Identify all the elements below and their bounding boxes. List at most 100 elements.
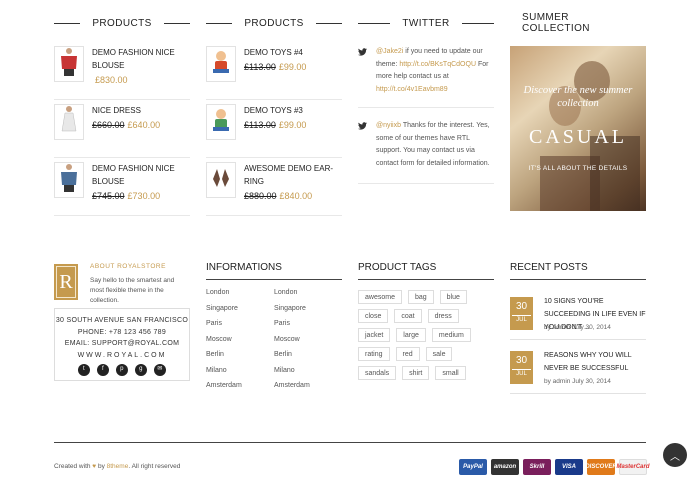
information-link[interactable]: Amsterdam (206, 382, 242, 398)
information-link[interactable]: Singapore (206, 305, 242, 321)
information-link[interactable]: Milano (206, 367, 242, 383)
product-name[interactable]: DEMO FASHION NICE BLOUSE (92, 162, 190, 188)
product-name[interactable]: DEMO FASHION NICE BLOUSE (92, 46, 190, 72)
about-title: ABOUT ROYALSTORE (90, 263, 166, 270)
tag-rating[interactable]: rating (358, 347, 390, 361)
tag-sale[interactable]: sale (425, 347, 453, 361)
information-link[interactable]: London (274, 289, 310, 305)
products-column-2: PRODUCTS DEMO TOYS #4 £113.00 £99.00 DEMO T… (206, 0, 342, 216)
summer-heading: SUMMER COLLECTION (510, 0, 646, 46)
tag-red[interactable]: red (395, 347, 420, 361)
sale-price: £830.00 (95, 75, 128, 85)
recent-post[interactable]: 30 JUL REASONS WHY YOU WILL NEVER BE SUCC… (510, 347, 646, 394)
banner-title: CASUAL (528, 126, 627, 148)
tag-sandals[interactable]: sandals (358, 366, 397, 380)
pinterest-icon[interactable]: p (116, 364, 128, 376)
summer-collection-banner[interactable]: Discover the new summer collection CASUA… (510, 46, 646, 211)
tweet-link[interactable]: http://t.co/4v1Eavbm89 (376, 86, 448, 93)
royalstore-logo[interactable]: R (54, 264, 78, 300)
tag-close[interactable]: close (358, 309, 389, 323)
information-link[interactable]: Moscow (206, 336, 242, 352)
old-price: £113.00 (244, 120, 276, 130)
product-name[interactable]: DEMO TOYS #4 (244, 46, 306, 59)
white-dress-icon (59, 105, 79, 140)
facebook-icon[interactable]: f (97, 364, 109, 376)
information-link[interactable]: Milano (274, 367, 310, 383)
product-thumbnail[interactable] (54, 162, 84, 198)
post-date-badge: 30 JUL (510, 351, 533, 384)
information-link[interactable]: Paris (206, 320, 242, 336)
tag-coat[interactable]: coat (394, 309, 422, 323)
product-name[interactable]: AWESOME DEMO EAR-RING (244, 162, 342, 188)
information-link[interactable]: Berlin (206, 351, 242, 367)
tweet: @nyiixb Thanks for the interest. Yes, so… (358, 108, 494, 184)
product-thumbnail[interactable] (206, 162, 236, 198)
old-price: £660.00 (92, 120, 125, 130)
copyright: Created with ♥ by 8theme. All right rese… (54, 463, 181, 470)
product-item[interactable]: DEMO TOYS #3 £113.00 £99.00 (206, 100, 342, 158)
information-link[interactable]: Paris (274, 320, 310, 336)
information-link[interactable]: Singapore (274, 305, 310, 321)
tweet-link[interactable]: http://t.co/BKsTqCdOQU (399, 61, 476, 68)
tag-blue[interactable]: blue (439, 290, 467, 304)
mastercard-payment-icon: MasterCard (617, 459, 650, 475)
toy-icon (210, 107, 232, 138)
information-link[interactable]: London (206, 289, 242, 305)
product-price: £880.00 £840.00 (244, 190, 342, 203)
product-price: £113.00 £99.00 (244, 61, 306, 74)
skrill-payment-icon: Skrill (523, 459, 551, 475)
product-item[interactable]: DEMO FASHION NICE BLOUSE £830.00 (54, 46, 190, 100)
products-heading-1: PRODUCTS (54, 0, 190, 46)
products-column-1: PRODUCTS DEMO FASHION NICE BLOUSE £830.00… (54, 0, 190, 216)
tag-medium[interactable]: medium (431, 328, 471, 342)
tag-large[interactable]: large (396, 328, 426, 342)
earring-icon (211, 165, 231, 196)
back-to-top-button[interactable]: ︿ (663, 443, 687, 467)
banner-tagline: Discover the new summer collection (523, 85, 633, 109)
tag-bag[interactable]: bag (407, 290, 434, 304)
product-item[interactable]: AWESOME DEMO EAR-RING £880.00 £840.00 (206, 158, 342, 216)
product-name[interactable]: NICE DRESS (92, 104, 160, 117)
google-plus-icon[interactable]: g (135, 364, 147, 376)
tag-small[interactable]: small (435, 366, 466, 380)
information-link[interactable]: Moscow (274, 336, 310, 352)
paypal-payment-icon: PayPal (459, 459, 487, 475)
product-thumbnail[interactable] (206, 104, 236, 140)
product-thumbnail[interactable] (54, 46, 84, 82)
address: 30 SOUTH AVENUE SAN FRANCISCO (55, 317, 189, 324)
recent-posts-heading: RECENT POSTS (510, 258, 646, 280)
tag-jacket[interactable]: jacket (358, 328, 391, 342)
chevron-up-icon: ︿ (670, 451, 680, 463)
email[interactable]: EMAIL: SUPPORT@ROYAL.COM (55, 338, 189, 350)
twitter-icon[interactable]: t (78, 364, 90, 376)
product-item[interactable]: DEMO FASHION NICE BLOUSE £745.00 £730.00 (54, 158, 190, 216)
product-name[interactable]: DEMO TOYS #3 (244, 104, 306, 117)
about-text: Say hello to the smartest and most flexi… (90, 277, 175, 304)
sale-price: £730.00 (127, 191, 161, 201)
post-title[interactable]: REASONS WHY YOU WILL NEVER BE SUCCESSFUL (544, 349, 646, 375)
product-item[interactable]: DEMO TOYS #4 £113.00 £99.00 (206, 46, 342, 100)
tag-dress[interactable]: dress (427, 309, 459, 323)
tweet-handle[interactable]: @Jake2i (376, 48, 403, 55)
information-link[interactable]: Amsterdam (274, 382, 310, 398)
product-price: £745.00 £730.00 (92, 190, 190, 203)
sale-price: £99.00 (278, 120, 307, 130)
denim-jacket-icon (58, 163, 80, 198)
recent-post[interactable]: 30 JUL 10 SIGNS YOU'RE SUCCEEDING IN LIFE… (510, 293, 646, 340)
product-thumbnail[interactable] (206, 46, 236, 82)
toy-icon (210, 49, 232, 80)
email-icon[interactable]: ✉ (154, 364, 166, 376)
product-price: £660.00 £640.00 (92, 119, 160, 132)
payment-methods: PayPal amazon Skrill VISA DISCOVER MasterCard (459, 459, 650, 475)
product-item[interactable]: NICE DRESS £660.00 £640.00 (54, 100, 190, 158)
tag-awesome[interactable]: awesome (358, 290, 402, 304)
tag-shirt[interactable]: shirt (402, 366, 430, 380)
information-link[interactable]: Berlin (274, 351, 310, 367)
discover-payment-icon: DISCOVER (585, 459, 617, 475)
brand-link[interactable]: 8theme (107, 463, 129, 470)
old-price: £113.00 (244, 62, 276, 72)
tweet: @Jake2i if you need to update our theme:… (358, 46, 494, 108)
product-thumbnail[interactable] (54, 104, 84, 140)
website[interactable]: WWW.ROYAL.COM (55, 350, 189, 362)
tweet-handle[interactable]: @nyiixb (376, 122, 401, 129)
